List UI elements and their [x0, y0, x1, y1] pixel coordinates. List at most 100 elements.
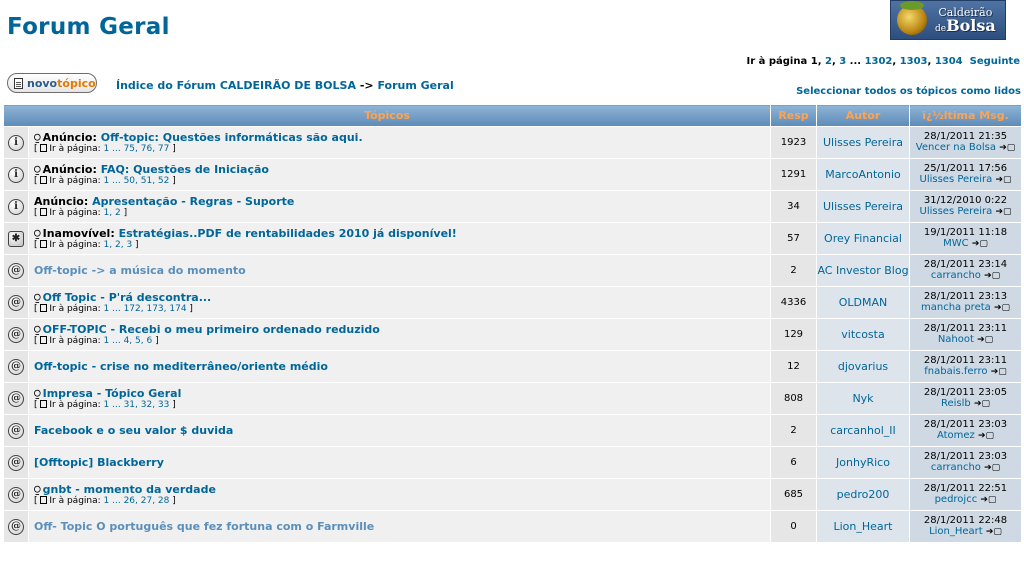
last-post-cell: 19/1/2011 11:18 MWC ➔▢ [909, 222, 1022, 255]
table-row: @ Off- Topic O português que fez fortuna … [3, 510, 1022, 543]
topic-pages: [ Ir à página: 1 ... 26, 27, 28 ] [34, 495, 176, 506]
last-poster-link[interactable]: Ulisses Pereira [920, 174, 993, 185]
view-latest-post-icon[interactable]: ➔▢ [980, 495, 996, 505]
author-link[interactable]: Ulisses Pereira [816, 190, 910, 223]
topic-cell: Off-topic -> a música do momento [28, 254, 771, 287]
topic-title-link[interactable]: Apresentação - Regras - Suporte [92, 195, 294, 208]
view-latest-post-icon[interactable]: ➔▢ [984, 271, 1000, 281]
last-poster-link[interactable]: carrancho [931, 270, 981, 281]
view-latest-post-icon[interactable]: ➔▢ [984, 463, 1000, 473]
last-poster-link[interactable]: Vencer na Bolsa [916, 142, 996, 153]
author-link[interactable]: Orey Financial [816, 222, 910, 255]
author-link[interactable]: AC Investor Blog [816, 254, 910, 287]
replies-count: 1923 [770, 126, 817, 159]
author-link[interactable]: vitcosta [816, 318, 910, 351]
next-page-link[interactable]: Seguinte [970, 56, 1020, 67]
last-poster-link[interactable]: Atomez [937, 430, 975, 441]
author-link[interactable]: JonhyRico [816, 446, 910, 479]
topic-title-link[interactable]: Off-topic: Questões informáticas são aqu… [101, 131, 363, 144]
replies-count: 57 [770, 222, 817, 255]
last-poster-link[interactable]: Nahoot [938, 334, 974, 345]
last-post-date: 28/1/2011 23:03 [923, 451, 1008, 462]
author-link[interactable]: djovarius [816, 350, 910, 383]
topic-title-link[interactable]: Off-topic -> a música do momento [34, 264, 246, 277]
topic-cell: [Offtopic] Blackberry [28, 446, 771, 479]
topic-title-link[interactable]: Off-topic - crise no mediterrâneo/orient… [34, 360, 328, 373]
topic-page-links[interactable]: 1, 2 [104, 208, 121, 218]
last-poster-link[interactable]: MWC [943, 238, 969, 249]
topic-status-cell: @ [3, 446, 29, 479]
topic-icon: @ [8, 262, 24, 279]
view-latest-post-icon[interactable]: ➔▢ [995, 175, 1011, 185]
topic-status-cell: ✱ [3, 222, 29, 255]
page-link[interactable]: 1302 [865, 56, 893, 67]
topic-title-link[interactable]: [Offtopic] Blackberry [34, 456, 164, 469]
last-poster-link[interactable]: Reislb [941, 398, 971, 409]
last-post-cell: 28/1/2011 22:48 Lion_Heart ➔▢ [909, 510, 1022, 543]
view-latest-post-icon[interactable]: ➔▢ [974, 399, 990, 409]
replies-count: 12 [770, 350, 817, 383]
new-topic-button[interactable]: novo tópico [7, 73, 97, 93]
document-icon [14, 77, 23, 89]
topic-page-links[interactable]: 1 ... 4, 5, 6 [104, 336, 153, 346]
topic-title-link[interactable]: FAQ: Questões de Iniciação [101, 163, 269, 176]
topic-page-links[interactable]: 1 ... 26, 27, 28 [104, 496, 170, 506]
author-link[interactable]: Ulisses Pereira [816, 126, 910, 159]
view-latest-post-icon[interactable]: ➔▢ [986, 527, 1002, 537]
author-link[interactable]: Lion_Heart [816, 510, 910, 543]
topic-page-links[interactable]: 1, 2, 3 [104, 240, 133, 250]
sticky-icon: ✱ [8, 230, 24, 247]
last-poster-link[interactable]: Lion_Heart [929, 526, 983, 537]
page-link[interactable]: 3 [839, 56, 846, 67]
author-link[interactable]: MarcoAntonio [816, 158, 910, 191]
page-link[interactable]: 1304 [935, 56, 963, 67]
last-poster-link[interactable]: carrancho [931, 462, 981, 473]
view-latest-post-icon[interactable]: ➔▢ [999, 143, 1015, 153]
site-logo[interactable]: Caldeirão deBolsa [890, 0, 1006, 40]
mark-all-read-link[interactable]: Seleccionar todos os tópicos como lidos [796, 86, 1021, 97]
topic-page-links[interactable]: 1 ... 31, 32, 33 [104, 400, 170, 410]
table-row: i ⍜ Anúncio: FAQ: Questões de Iniciação[ I… [3, 158, 1022, 191]
topic-title-link[interactable]: Estratégias..PDF de rentabilidades 2010 … [119, 227, 457, 240]
topic-prefix: Anúncio: [42, 130, 97, 144]
view-latest-post-icon[interactable]: ➔▢ [994, 303, 1010, 313]
view-latest-post-icon[interactable]: ➔▢ [972, 239, 988, 249]
table-row: @ ⍜ gnbt - momento da verdade[ Ir à página… [3, 478, 1022, 511]
last-post-cell: 25/1/2011 17:56 Ulisses Pereira ➔▢ [909, 158, 1022, 191]
author-link[interactable]: OLDMAN [816, 286, 910, 319]
view-latest-post-icon[interactable]: ➔▢ [977, 335, 993, 345]
topic-pages: [ Ir à página: 1, 2, 3 ] [34, 239, 139, 250]
table-row: @ ⍜ Off Topic - P'rá descontra...[ Ir à pá… [3, 286, 1022, 319]
breadcrumb-current-link[interactable]: Forum Geral [377, 79, 453, 92]
replies-count: 0 [770, 510, 817, 543]
view-latest-post-icon[interactable]: ➔▢ [991, 367, 1007, 377]
last-poster-link[interactable]: pedrojcc [935, 494, 978, 505]
author-link[interactable]: carcanhol_II [816, 414, 910, 447]
breadcrumb: Índice do Fórum CALDEIRÃO DE BOLSA -> Fo… [116, 79, 454, 92]
last-post-date: 28/1/2011 23:11 [923, 355, 1008, 366]
page-link[interactable]: 2 [825, 56, 832, 67]
topic-page-links[interactable]: 1 ... 75, 76, 77 [104, 144, 170, 154]
topic-title-link[interactable]: Facebook e o seu valor $ duvida [34, 424, 233, 437]
last-post-date: 28/1/2011 21:35 [923, 131, 1008, 142]
last-poster-link[interactable]: mancha preta [921, 302, 991, 313]
topic-page-links[interactable]: 1 ... 50, 51, 52 [104, 176, 170, 186]
topic-title-link[interactable]: Off Topic - P'rá descontra... [43, 291, 212, 304]
view-latest-post-icon[interactable]: ➔▢ [995, 207, 1011, 217]
topic-page-links[interactable]: 1 ... 172, 173, 174 [104, 304, 187, 314]
page-title[interactable]: Forum Geral [7, 14, 170, 40]
topic-title-link[interactable]: Off- Topic O português que fez fortuna c… [34, 520, 374, 533]
author-link[interactable]: Nyk [816, 382, 910, 415]
topic-title-link[interactable]: gnbt - momento da verdade [43, 483, 216, 496]
view-latest-post-icon[interactable]: ➔▢ [978, 431, 994, 441]
last-post-date: 31/12/2010 0:22 [923, 195, 1008, 206]
last-poster-link[interactable]: Ulisses Pereira [920, 206, 993, 217]
column-header-last: ï¿½ltima Msg. [909, 104, 1022, 127]
last-poster-link[interactable]: fnabais.ferro [924, 366, 987, 377]
breadcrumb-index-link[interactable]: Índice do Fórum CALDEIRÃO DE BOLSA [116, 79, 356, 92]
page-link[interactable]: 1303 [900, 56, 928, 67]
topics-table: Tópicos Resp Autor ï¿½ltima Msg. i ⍜ Anúnc… [3, 104, 1022, 543]
topic-title-link[interactable]: OFF-TOPIC - Recebi o meu primeiro ordena… [43, 323, 380, 336]
author-link[interactable]: pedro200 [816, 478, 910, 511]
topic-title-link[interactable]: Impresa - Tópico Geral [43, 387, 182, 400]
